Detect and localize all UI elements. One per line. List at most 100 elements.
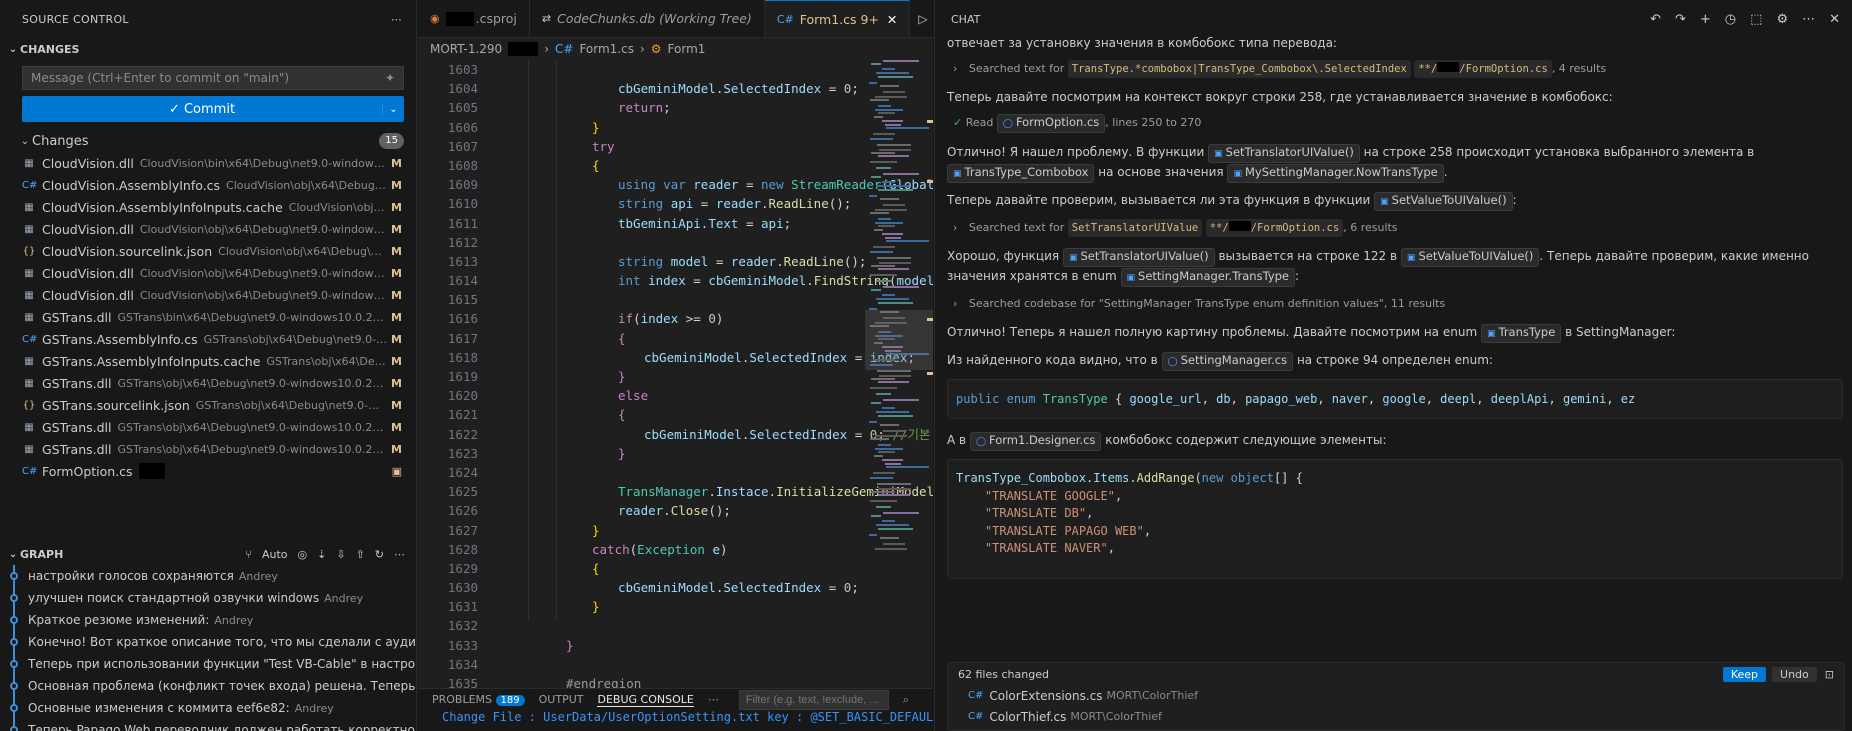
symbol-chip[interactable]: ▣ TransType_Combobox: [947, 164, 1095, 183]
refresh-icon[interactable]: ↻: [375, 548, 384, 561]
minimap-viewport[interactable]: [865, 310, 933, 370]
pull-icon[interactable]: ⇩: [336, 548, 345, 561]
commit-row[interactable]: Основная проблема (конфликт точек входа)…: [0, 675, 416, 697]
code-block-enum[interactable]: public enum TransType { google_url, db, …: [947, 379, 1843, 419]
commit-row[interactable]: Краткое резюме изменений: Andrey: [0, 609, 416, 631]
tab-debug-console[interactable]: DEBUG CONSOLE: [597, 693, 694, 707]
code-line: 1620 else: [418, 386, 863, 405]
search-icon[interactable]: ⌕: [903, 693, 909, 707]
changed-file-row[interactable]: ▦ CloudVision.dll CloudVision\obj\x64\Debu…: [0, 284, 416, 306]
changed-file-row[interactable]: ▦ GSTrans.AssemblyInfoInputs.cache GSTrans…: [0, 350, 416, 372]
changed-file-row[interactable]: ▦ CloudVision.AssemblyInfoInputs.cache Clo…: [0, 196, 416, 218]
breadcrumb-file[interactable]: Form1.cs: [579, 42, 634, 56]
keep-button[interactable]: Keep: [1722, 666, 1767, 682]
gear-icon[interactable]: ⚙: [1776, 12, 1788, 27]
more-actions-icon[interactable]: ⋯: [708, 693, 719, 706]
changed-file-row[interactable]: C# ColorThief.cs MORT\ColorThief: [948, 706, 1844, 727]
symbol-chip[interactable]: ▣ SetValueToUIValue(): [1400, 248, 1540, 267]
commit-row[interactable]: настройки голосов сохраняются Andrey: [0, 565, 416, 587]
run-icon[interactable]: ▷: [918, 12, 927, 26]
symbol-chip[interactable]: ▣ MySettingManager.NowTransType: [1227, 164, 1444, 183]
breadcrumb-root[interactable]: MORT-1.290: [430, 42, 502, 56]
branch-icon[interactable]: ⑂: [245, 548, 252, 561]
commit-row[interactable]: улучшен поиск стандартной озвучки window…: [0, 587, 416, 609]
tab-form1[interactable]: C# Form1.cs 9+ ✕: [764, 0, 911, 37]
breadcrumb-class[interactable]: Form1: [668, 42, 706, 56]
more-actions-icon[interactable]: ⋯: [1802, 12, 1815, 27]
push-icon[interactable]: ⇧: [356, 548, 365, 561]
changed-file-row[interactable]: ▦ CloudVision.dll CloudVision\obj\x64\Debu…: [0, 218, 416, 240]
minimap-line: [870, 274, 897, 276]
tool-call-search[interactable]: › Searched text for TransType.*combobox|…: [953, 60, 1843, 78]
tool-call-codebase-search[interactable]: › Searched codebase for "SettingManager …: [953, 295, 1843, 313]
target-icon[interactable]: ◎: [298, 548, 308, 561]
console-filter-input[interactable]: [738, 689, 889, 710]
more-actions-icon[interactable]: ⋯: [391, 13, 402, 26]
changed-file-row[interactable]: C# FormOption.cs ▣: [0, 460, 416, 482]
tool-call-search[interactable]: › Searched text for SetTranslatorUIValue…: [953, 219, 1843, 237]
file-icon: ▦: [24, 289, 34, 301]
changed-file-row[interactable]: C# CloudVision.AssemblyInfo.cs CloudVision…: [0, 174, 416, 196]
commit-dropdown-icon[interactable]: ⌄: [382, 103, 404, 115]
maximize-icon[interactable]: ⬚: [1750, 12, 1762, 27]
changed-file-row[interactable]: ▦ CloudVision.dll CloudVision\obj\x64\Debu…: [0, 262, 416, 284]
changes-section-title: CHANGES: [20, 42, 80, 56]
changed-file-row[interactable]: {} CloudVision.sourcelink.json CloudVision…: [0, 240, 416, 262]
changed-file-row[interactable]: C# ColorExtensions.cs MORT\ColorThief: [948, 685, 1844, 706]
file-chip[interactable]: ◯ Form1.Designer.cs: [969, 432, 1102, 451]
minimap-line: [879, 262, 911, 264]
line-content: {: [618, 330, 626, 346]
fetch-icon[interactable]: ⇣: [317, 548, 326, 561]
minimap-line: [880, 537, 899, 539]
commit-message: Теперь Papago Web переводчик должен рабо…: [28, 723, 416, 731]
changes-group-header[interactable]: ⌄ Changes 15: [0, 130, 416, 152]
symbol-chip[interactable]: ▣ TransType: [1480, 324, 1562, 343]
tab-problems[interactable]: PROBLEMS 189: [432, 693, 525, 706]
minimap[interactable]: [865, 60, 933, 560]
tool-call-read[interactable]: ✓ Read ◯ FormOption.cs, lines 250 to 270: [953, 114, 1843, 133]
graph-auto-label[interactable]: Auto: [262, 548, 288, 561]
commit-row[interactable]: Основные изменения с коммита eef6e82: And…: [0, 697, 416, 719]
changes-section-header[interactable]: ⌄ CHANGES: [0, 38, 416, 60]
minimap-line: [870, 438, 889, 440]
undo-button[interactable]: Undo: [1772, 666, 1817, 682]
file-path: MORT\ColorThief: [1106, 689, 1199, 702]
line-number: 1617: [447, 330, 478, 346]
tab-codechunks[interactable]: ⇄ CodeChunks.db (Working Tree): [530, 0, 765, 37]
sparkle-icon[interactable]: ✦: [385, 71, 395, 85]
close-icon[interactable]: ✕: [887, 12, 897, 27]
symbol-icon: ▣: [1233, 169, 1242, 179]
history-icon[interactable]: ◷: [1725, 12, 1736, 27]
tab-output[interactable]: OUTPUT: [539, 693, 584, 706]
minimap-line: [874, 116, 883, 118]
commit-row[interactable]: Конечно! Вот краткое описание того, что …: [0, 631, 416, 653]
changed-file-row[interactable]: ▦ GSTrans.dll GSTrans\bin\x64\Debug\net9.0…: [0, 306, 416, 328]
commit-row[interactable]: Теперь Papago Web переводчик должен рабо…: [0, 719, 416, 731]
changed-file-row[interactable]: ▦ CloudVision.dll CloudVision\bin\x64\Debu…: [0, 152, 416, 174]
more-actions-icon[interactable]: ⋯: [394, 548, 405, 561]
commit-message-input[interactable]: Message (Ctrl+Enter to commit on "main")…: [22, 66, 404, 90]
file-chip[interactable]: ◯ SettingManager.cs: [1161, 352, 1294, 371]
changed-file-row[interactable]: ▦ GSTrans.dll GSTrans\obj\x64\Debug\net9.0…: [0, 372, 416, 394]
undo-icon[interactable]: ↶: [1650, 12, 1661, 27]
close-icon[interactable]: ✕: [1829, 12, 1840, 27]
graph-section-header[interactable]: ⌄ GRAPH ⑂ Auto ◎ ⇣ ⇩ ⇧ ↻ ⋯: [0, 543, 416, 565]
symbol-chip[interactable]: ▣ SetTranslatorUIValue(): [1208, 144, 1360, 163]
changed-file-row[interactable]: ▦ GSTrans.dll GSTrans\obj\x64\Debug\net9.0…: [0, 438, 416, 460]
symbol-chip[interactable]: ▣ SetValueToUIValue(): [1374, 192, 1513, 211]
expand-icon[interactable]: ⊡: [1825, 668, 1834, 681]
code-view[interactable]: 1603 1604 cbGeminiModel.SelectedIndex = 0;…: [418, 60, 933, 691]
symbol-chip[interactable]: ▣ SetTranslatorUIValue(): [1062, 248, 1215, 267]
changed-file-row[interactable]: ▦ GSTrans.dll GSTrans\obj\x64\Debug\net9.0…: [0, 416, 416, 438]
redo-icon[interactable]: ↷: [1675, 12, 1686, 27]
commit-button[interactable]: ✓ Commit ⌄: [22, 96, 404, 122]
commit-row[interactable]: Теперь при использовании функции "Test V…: [0, 653, 416, 675]
symbol-chip[interactable]: ▣ SettingManager.TransType: [1120, 268, 1296, 287]
code-block-combobox[interactable]: TransType_Combobox.Items.AddRange(new ob…: [947, 459, 1843, 579]
changed-file-row[interactable]: C# GSTrans.AssemblyInfo.cs GSTrans\obj\x64…: [0, 328, 416, 350]
changed-file-row[interactable]: {} GSTrans.sourcelink.json GSTrans\obj\x64…: [0, 394, 416, 416]
tab-csproj[interactable]: ◉ .csproj: [418, 0, 530, 37]
file-chip[interactable]: ◯ FormOption.cs: [996, 114, 1106, 133]
minimap-line: [873, 133, 895, 135]
plus-icon[interactable]: +: [1700, 12, 1711, 27]
